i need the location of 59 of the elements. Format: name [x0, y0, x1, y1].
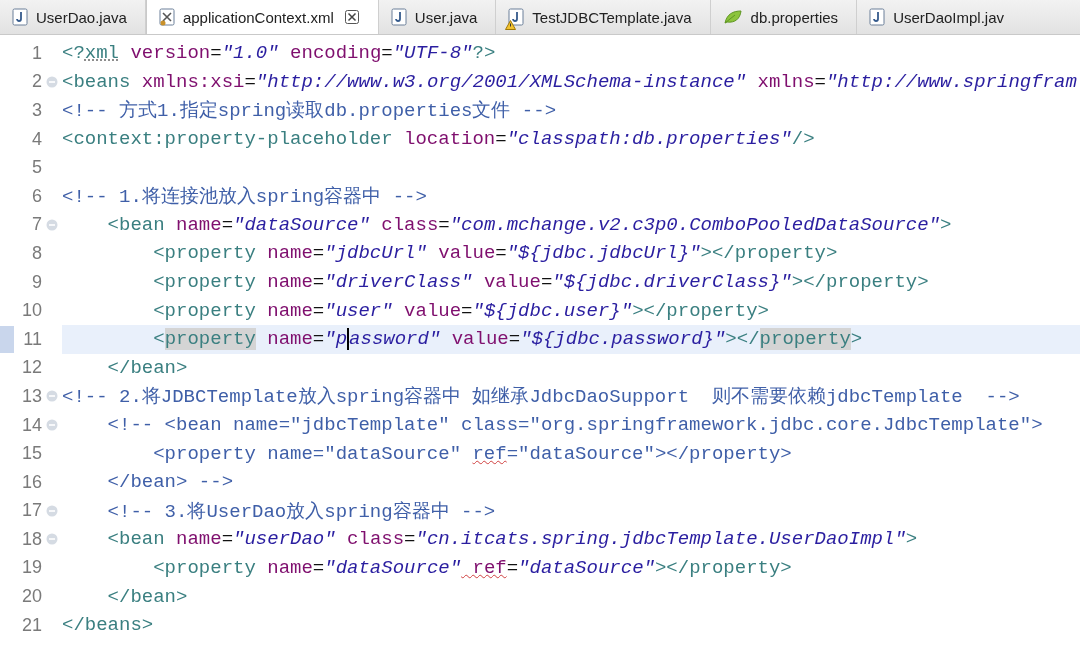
code-line: </beans>: [62, 613, 155, 639]
code-line: <context:property-placeholder location="classpath:db.properties"/>: [62, 127, 816, 153]
line-number: 17: [20, 500, 42, 522]
code-line: <?xml version="1.0" encoding="UTF-8"?>: [62, 41, 497, 67]
line-number: 12: [20, 357, 42, 379]
line-number: 1: [31, 42, 42, 64]
collapse-icon[interactable]: [46, 504, 58, 517]
line-number: 5: [31, 157, 42, 179]
line-number: 10: [20, 300, 42, 322]
code-line: <bean name="dataSource" class="com.mchange.v2.c3p0.ComboPooledDataSource">: [106, 212, 953, 238]
code-line: <!-- 方式1.指定spring读取db.properties文件 -->: [62, 99, 558, 125]
code-line: </bean>: [106, 584, 189, 610]
collapse-icon[interactable]: [46, 533, 58, 546]
code-line: </bean>: [106, 355, 189, 381]
code-line: <property name="dataSource" ref="dataSource"></property>: [152, 556, 793, 581]
line-number: 3: [31, 100, 42, 121]
line-number: 4: [31, 128, 42, 150]
line-number: 20: [20, 586, 42, 608]
code-line: </bean> -->: [106, 470, 235, 496]
editor-tab[interactable]: User.java: [378, 0, 497, 34]
collapse-icon[interactable]: [46, 75, 58, 88]
line-number: 18: [20, 528, 42, 550]
code-line: <!-- 1.将连接池放入spring容器中 -->: [62, 185, 428, 211]
editor-tab[interactable]: UserDao.java: [0, 0, 146, 34]
collapse-icon[interactable]: [46, 218, 58, 231]
editor-tab[interactable]: TestJDBCTemplate.java: [496, 0, 711, 34]
editor-tab[interactable]: applicationContext.xml: [145, 0, 379, 34]
code-line: <property name="dataSource" ref="dataSource"></property>: [152, 441, 793, 467]
code-line: <bean name="userDao" class="cn.itcats.spring.jdbcTemplate.UserDaoImpl">: [106, 527, 919, 553]
line-number: 21: [20, 614, 42, 636]
line-number: 13: [20, 385, 42, 407]
collapse-icon[interactable]: [46, 390, 58, 403]
code-line: <property name="user" value="${jdbc.user}"></property>: [152, 298, 770, 324]
file-icon: [12, 8, 28, 26]
close-icon[interactable]: [343, 9, 360, 25]
line-number: 8: [31, 242, 42, 264]
leaf-icon: [722, 9, 743, 25]
code-line: <beans xmlns:xsi="http://www.w3.org/2001/XMLSchema-instance" xmlns="http://www.springfram: [62, 69, 1078, 95]
line-number: 7: [31, 214, 42, 236]
line-number: 15: [20, 443, 42, 465]
file-icon: [869, 8, 886, 26]
document-icon: [158, 8, 175, 26]
line-number: 6: [31, 185, 42, 207]
line-number: 19: [20, 557, 42, 579]
code-line: <!-- 2.将JDBCTemplate放入spring容器中 如继承JdbcDaoSupport 则不需要依赖jdbcTemplate -->: [62, 385, 1021, 411]
editor-tab[interactable]: db.properties: [710, 0, 858, 34]
file-icon: [390, 8, 407, 26]
line-number: 11: [22, 328, 42, 350]
code-line: <!-- 3.将UserDao放入spring容器中 -->: [106, 499, 497, 525]
line-number: 14: [20, 414, 42, 436]
code-line: <!-- <bean name="jdbcTemplate" class="org.springframework.jdbc.core.JdbcTemplate">: [106, 413, 1044, 438]
editor-tab[interactable]: UserDaoImpl.jav: [857, 0, 1080, 34]
line-number: 9: [31, 271, 42, 293]
collapse-icon[interactable]: [46, 419, 58, 431]
line-number: 2: [31, 71, 42, 93]
file-icon: [508, 8, 525, 26]
line-number: 16: [20, 471, 42, 493]
code-line: <property name="driverClass" value="${jdbc.driverClass}"></property>: [152, 270, 930, 296]
code-line: <property name="jdbcUrl" value="${jdbc.jdbcUrl}"></property>: [152, 241, 839, 267]
